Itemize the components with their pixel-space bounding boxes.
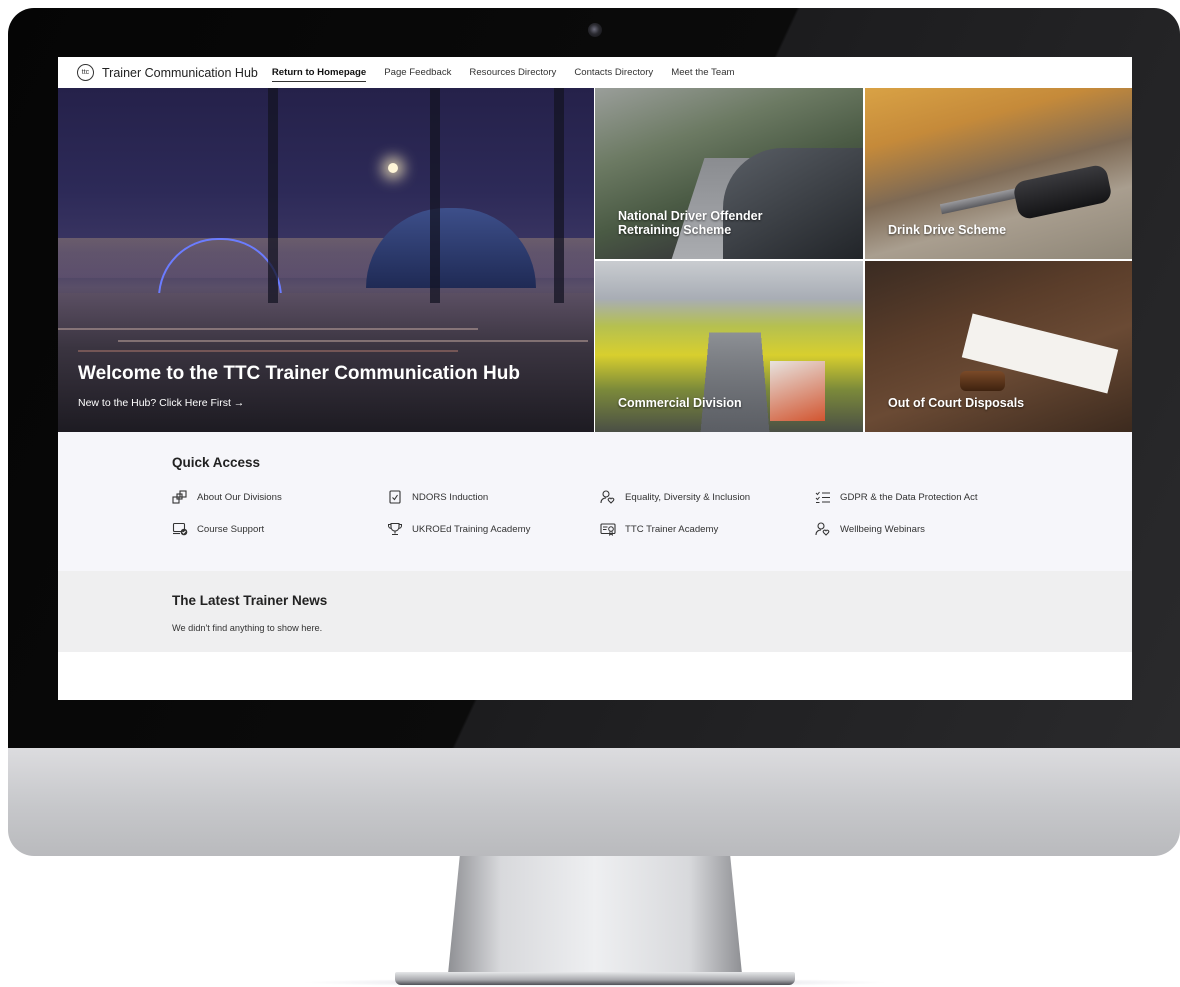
quick-link-label: GDPR & the Data Protection Act bbox=[840, 491, 978, 503]
tile-drink-drive[interactable]: Drink Drive Scheme bbox=[865, 88, 1132, 259]
tile-ndors-label: National Driver Offender Retraining Sche… bbox=[618, 209, 763, 237]
quick-link-wellbeing-webinars[interactable]: Wellbeing Webinars bbox=[815, 522, 925, 536]
quick-link-label: About Our Divisions bbox=[197, 491, 282, 503]
hero-cta-link[interactable]: New to the Hub? Click Here First → bbox=[78, 397, 244, 409]
hero-banner[interactable]: Welcome to the TTC Trainer Communication… bbox=[58, 88, 594, 432]
news-empty-message: We didn't find anything to show here. bbox=[172, 623, 323, 633]
tile-drink-drive-label: Drink Drive Scheme bbox=[888, 223, 1007, 237]
tile-commercial-division[interactable]: Commercial Division bbox=[595, 261, 863, 432]
latest-news-title: The Latest Trainer News bbox=[172, 593, 328, 608]
person-heart-icon bbox=[815, 522, 831, 536]
browser-screen: ttc Trainer Communication Hub Return to … bbox=[58, 57, 1132, 700]
top-navigation: ttc Trainer Communication Hub Return to … bbox=[58, 57, 1132, 88]
quick-link-course-support[interactable]: Course Support bbox=[172, 522, 264, 536]
hero-street-lamp bbox=[388, 163, 398, 173]
trophy-icon bbox=[387, 522, 403, 536]
hero-title: Welcome to the TTC Trainer Communication… bbox=[78, 363, 520, 384]
quick-link-label: TTC Trainer Academy bbox=[625, 523, 719, 535]
site-title[interactable]: Trainer Communication Hub bbox=[102, 66, 258, 80]
hero-pillar bbox=[554, 88, 564, 303]
quick-link-ukroed-academy[interactable]: UKROEd Training Academy bbox=[387, 522, 530, 536]
quick-link-label: Equality, Diversity & Inclusion bbox=[625, 491, 751, 503]
camera-icon bbox=[588, 23, 602, 37]
tile-car-image bbox=[723, 148, 863, 259]
hero-pillar bbox=[268, 88, 278, 303]
hero-light-streak bbox=[58, 328, 478, 330]
tile-out-of-court-label: Out of Court Disposals bbox=[888, 396, 1025, 410]
nav-resources-directory[interactable]: Resources Directory bbox=[469, 64, 556, 82]
clipboard-check-icon bbox=[387, 490, 403, 504]
quick-link-gdpr[interactable]: GDPR & the Data Protection Act bbox=[815, 490, 978, 504]
hero-light-streak bbox=[118, 340, 588, 342]
quick-access-section: Quick Access About Our Divisions NDORS I… bbox=[58, 432, 1132, 571]
tile-motorway-image bbox=[699, 332, 771, 432]
nav-links: Return to Homepage Page Feedback Resourc… bbox=[271, 64, 753, 82]
certificate-icon bbox=[600, 522, 616, 536]
quick-link-ndors-induction[interactable]: NDORS Induction bbox=[387, 490, 488, 504]
monitor-stand bbox=[448, 856, 742, 974]
hero-pillar bbox=[430, 88, 440, 303]
tile-ndors[interactable]: National Driver Offender Retraining Sche… bbox=[595, 88, 863, 259]
person-heart-icon bbox=[600, 490, 616, 504]
laptop-check-icon bbox=[172, 522, 188, 536]
tile-out-of-court[interactable]: Out of Court Disposals bbox=[865, 261, 1132, 432]
quick-link-label: NDORS Induction bbox=[412, 491, 489, 503]
nav-return-to-homepage[interactable]: Return to Homepage bbox=[271, 64, 367, 82]
tile-gavel-image bbox=[960, 371, 1005, 391]
quick-link-label: UKROEd Training Academy bbox=[412, 523, 531, 535]
tile-truck-image bbox=[770, 361, 825, 421]
quick-link-about-divisions[interactable]: About Our Divisions bbox=[172, 490, 282, 504]
hero-dome-building bbox=[366, 208, 536, 288]
quick-access-title: Quick Access bbox=[172, 455, 261, 470]
monitor-chin bbox=[8, 748, 1180, 856]
tile-commercial-division-label: Commercial Division bbox=[618, 396, 742, 410]
nav-page-feedback[interactable]: Page Feedback bbox=[384, 64, 451, 82]
quick-link-edi[interactable]: Equality, Diversity & Inclusion bbox=[600, 490, 750, 504]
hero-light-streak bbox=[78, 350, 458, 352]
tile-key-blade-image bbox=[939, 187, 1021, 215]
latest-news-section: The Latest Trainer News We didn't find a… bbox=[58, 571, 1132, 652]
quick-link-ttc-academy[interactable]: TTC Trainer Academy bbox=[600, 522, 718, 536]
tile-car-key-image bbox=[1012, 163, 1113, 221]
org-chart-icon bbox=[172, 490, 188, 504]
nav-contacts-directory[interactable]: Contacts Directory bbox=[574, 64, 653, 82]
nav-meet-the-team[interactable]: Meet the Team bbox=[671, 64, 734, 82]
checklist-icon bbox=[815, 490, 831, 504]
quick-link-label: Course Support bbox=[197, 523, 265, 535]
quick-link-label: Wellbeing Webinars bbox=[840, 523, 925, 535]
ttc-logo-icon[interactable]: ttc bbox=[77, 64, 94, 81]
monitor-foot bbox=[395, 972, 795, 985]
logo-text: ttc bbox=[81, 69, 90, 76]
